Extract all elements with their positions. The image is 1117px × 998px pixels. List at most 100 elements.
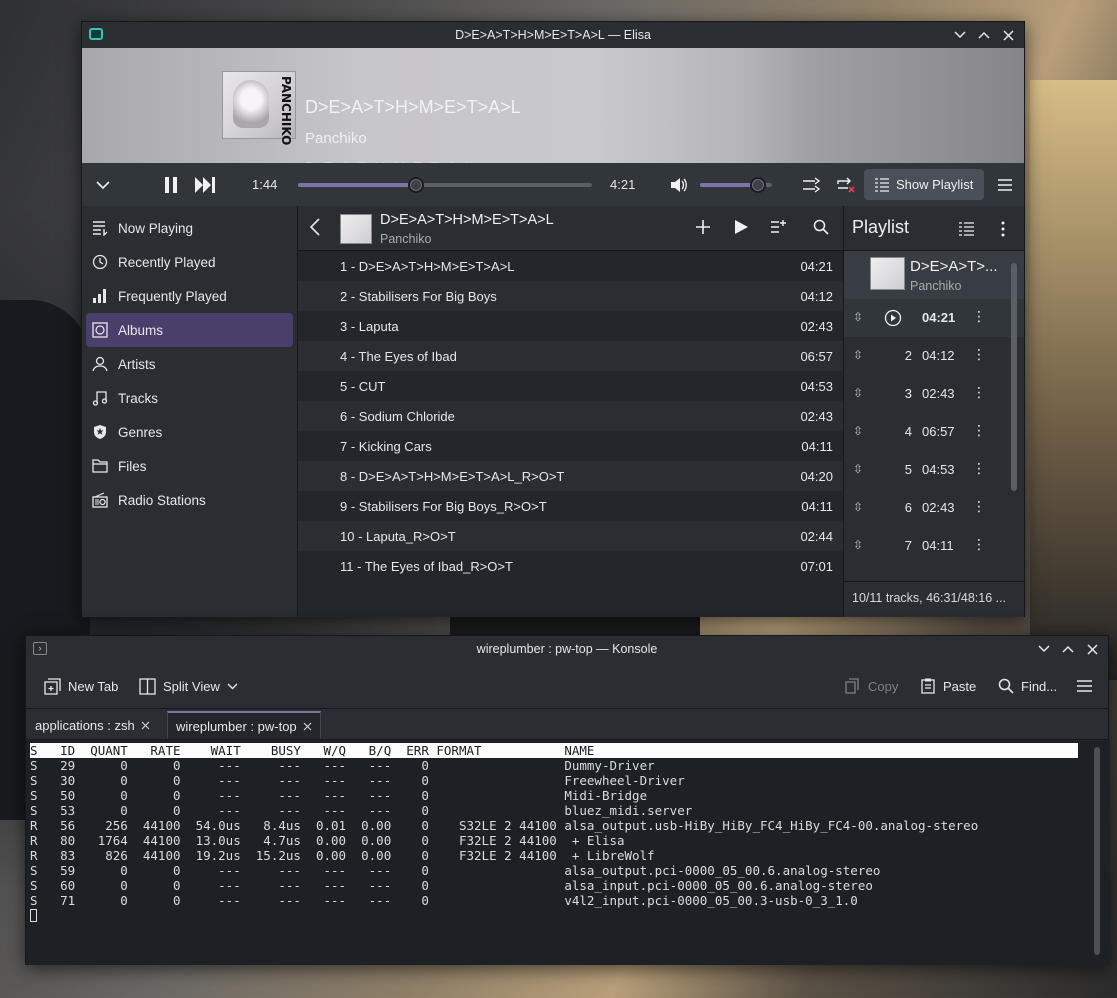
track-row[interactable]: 5 - CUT 04:53 [298,371,843,401]
track-row[interactable]: 11 - The Eyes of Ibad_R>O>T 07:01 [298,551,843,581]
drag-handle-icon[interactable]: ⇳ [853,424,863,438]
close-button[interactable] [1084,640,1100,658]
sidebar-item-albums[interactable]: Albums [86,313,293,347]
minimize-button[interactable] [952,26,968,44]
now-playing-artist[interactable]: Panchiko [305,130,367,147]
sidebar-item-label: Radio Stations [118,492,206,508]
minimize-button[interactable] [1036,640,1052,658]
maximize-button[interactable] [1060,640,1076,658]
playlist-duration: 04:11 [922,538,954,553]
tab-wireplumber-pw-top[interactable]: wireplumber : pw-top [167,711,321,739]
album-cover[interactable]: PANCHIKO [222,71,296,145]
track-row[interactable]: 6 - Sodium Chloride 02:43 [298,401,843,431]
pw-top-header: S ID QUANT RATE WAIT BUSY W/Q B/Q ERR FO… [30,743,1078,758]
new-tab-button[interactable]: New Tab [44,675,118,697]
track-row[interactable]: 2 - Stabilisers For Big Boys 04:12 [298,281,843,311]
close-button[interactable] [1000,26,1016,44]
pause-button[interactable] [160,163,182,206]
drag-handle-icon[interactable]: ⇳ [853,310,863,324]
search-button[interactable] [810,216,832,238]
now-playing-header: PANCHIKO D>E>A>T>H>M>E>T>A>L Panchiko D>… [82,48,1024,175]
playlist-row[interactable]: ⇳ 5 04:53 ⋮ [844,451,1024,489]
add-to-playlist-button[interactable] [692,216,714,238]
back-button[interactable] [309,218,320,241]
terminal-scrollbar[interactable] [1094,747,1100,955]
sidebar-item-genres[interactable]: Genres [86,415,293,449]
search-icon [813,219,829,235]
show-playlist-button[interactable]: Show Playlist [864,169,984,200]
terminal-output[interactable]: S ID QUANT RATE WAIT BUSY W/Q B/Q ERR FO… [26,741,1110,965]
konsole-menu-button[interactable] [1076,675,1093,697]
chevron-down-icon [1038,645,1050,653]
drag-handle-icon[interactable]: ⇳ [853,462,863,476]
more-options-icon[interactable]: ⋮ [972,422,986,439]
sidebar-item-radio-stations[interactable]: Radio Stations [86,483,293,517]
drag-handle-icon[interactable]: ⇳ [853,348,863,362]
repeat-button[interactable] [834,163,858,206]
mute-button[interactable] [668,163,690,206]
playlist-jump-button[interactable] [956,218,978,240]
track-row[interactable]: 3 - Laputa 02:43 [298,311,843,341]
drag-handle-icon[interactable]: ⇳ [853,538,863,552]
konsole-titlebar[interactable]: › wireplumber : pw-top — Konsole [26,636,1108,662]
more-options-icon[interactable]: ⋮ [972,460,986,477]
sidebar-item-files[interactable]: Files [86,449,293,483]
playlist-row[interactable]: ⇳ 2 04:12 ⋮ [844,337,1024,375]
album-artist[interactable]: Panchiko [380,232,431,246]
track-row[interactable]: 10 - Laputa_R>O>T 02:44 [298,521,843,551]
track-duration: 04:11 [801,498,833,514]
tab-label: applications : zsh [35,717,135,733]
playlist-row[interactable]: ⇳ 7 04:11 ⋮ [844,527,1024,565]
more-options-icon[interactable]: ⋮ [972,346,986,363]
seek-slider[interactable] [298,177,592,193]
copy-button[interactable]: Copy [845,675,898,697]
more-options-icon[interactable]: ⋮ [972,536,986,553]
play-album-button[interactable] [730,216,752,238]
app-menu-button[interactable] [994,163,1016,206]
drag-handle-icon[interactable]: ⇳ [853,386,863,400]
seek-handle[interactable] [407,177,424,193]
playlist-menu-button[interactable] [992,218,1014,240]
track-row[interactable]: 9 - Stabilisers For Big Boys_R>O>T 04:11 [298,491,843,521]
now-playing-title[interactable]: D>E>A>T>H>M>E>T>A>L [305,97,521,118]
find-button[interactable]: Find... [998,675,1057,697]
terminal-app-icon[interactable]: › [33,642,47,655]
window-title: D>E>A>T>H>M>E>T>A>L — Elisa [455,28,651,42]
track-row[interactable]: 8 - D>E>A>T>H>M>E>T>A>L_R>O>T 04:20 [298,461,843,491]
collapse-header-button[interactable] [92,163,114,206]
sidebar-item-tracks[interactable]: Tracks [86,381,293,415]
new-tab-icon [44,677,61,695]
track-row[interactable]: 7 - Kicking Cars 04:11 [298,431,843,461]
volume-handle[interactable] [749,177,766,193]
playlist-row[interactable]: ⇳ 3 02:43 ⋮ [844,375,1024,413]
shuffle-button[interactable] [800,163,824,206]
playlist-current-album[interactable]: D>E>A>T>... Panchiko [844,251,1024,299]
maximize-button[interactable] [976,26,992,44]
elisa-app-icon[interactable] [89,28,103,40]
sidebar-item-now-playing[interactable]: Now Playing [86,211,293,245]
drag-handle-icon[interactable]: ⇳ [853,500,863,514]
volume-slider[interactable] [700,177,772,193]
elisa-titlebar[interactable]: D>E>A>T>H>M>E>T>A>L — Elisa [82,22,1024,48]
sidebar-item-frequently-played[interactable]: Frequently Played [86,279,293,313]
playlist-row[interactable]: ⇳ 04:21 ⋮ [844,299,1024,337]
track-name: 8 - D>E>A>T>H>M>E>T>A>L_R>O>T [340,468,565,484]
sidebar-item-artists[interactable]: Artists [86,347,293,381]
track-row[interactable]: 4 - The Eyes of Ibad 06:57 [298,341,843,371]
sidebar-item-recently-played[interactable]: Recently Played [86,245,293,279]
add-and-play-button[interactable] [768,216,790,238]
paste-button[interactable]: Paste [920,675,976,697]
split-view-button[interactable]: Split View [139,675,238,697]
more-options-icon[interactable]: ⋮ [972,384,986,401]
shuffle-icon [803,176,821,193]
paste-icon [921,678,935,694]
skip-forward-button[interactable] [192,163,218,206]
playlist-row[interactable]: ⇳ 4 06:57 ⋮ [844,413,1024,451]
playlist-scrollbar[interactable] [1011,263,1017,491]
terminal-cursor [30,909,37,922]
more-options-icon[interactable]: ⋮ [972,308,986,325]
more-options-icon[interactable]: ⋮ [972,498,986,515]
tab-applications-zsh[interactable]: applications : zsh [27,711,158,739]
playlist-row[interactable]: ⇳ 6 02:43 ⋮ [844,489,1024,527]
track-row[interactable]: 1 - D>E>A>T>H>M>E>T>A>L 04:21 [298,251,843,281]
